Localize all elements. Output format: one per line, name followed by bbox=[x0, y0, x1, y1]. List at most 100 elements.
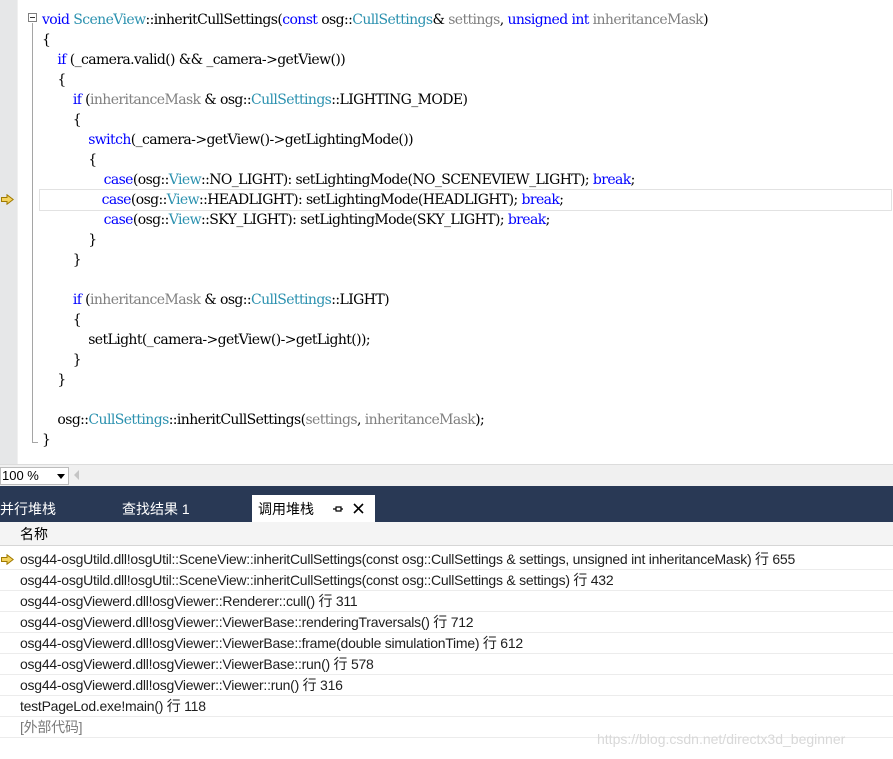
table-row[interactable]: osg44-osgViewerd.dll!osgViewer::ViewerBa… bbox=[0, 633, 893, 654]
code-token: View bbox=[168, 172, 202, 188]
code-token: ::LIGHTING_MODE) bbox=[331, 92, 468, 108]
watermark: https://blog.csdn.net/directx3d_beginner bbox=[597, 731, 846, 747]
code-line[interactable]: if (inheritanceMask & osg::CullSettings:… bbox=[42, 290, 390, 310]
code-token: SceneView bbox=[73, 12, 146, 28]
code-token: inheritanceMask bbox=[90, 292, 201, 308]
code-token: settings bbox=[448, 12, 500, 28]
code-token: } bbox=[42, 252, 82, 268]
code-token: , bbox=[357, 412, 365, 428]
code-token: case bbox=[101, 192, 132, 208]
zoom-dropdown[interactable]: 100 % bbox=[0, 467, 69, 485]
code-line[interactable]: case(osg::View::SKY_LIGHT): setLightingM… bbox=[42, 210, 551, 230]
tab-find-results[interactable]: 查找结果 1 bbox=[116, 495, 216, 522]
code-line[interactable]: case(osg::View::HEADLIGHT): setLightingM… bbox=[39, 189, 892, 211]
code-token: ; bbox=[559, 192, 564, 208]
code-token: if bbox=[72, 92, 82, 108]
code-token: { bbox=[42, 312, 82, 328]
code-line[interactable]: if (_camera.valid() && _camera->getView(… bbox=[42, 50, 345, 70]
code-token: CullSettings bbox=[352, 12, 433, 28]
code-token: } bbox=[42, 352, 82, 368]
tool-window-tabs: 并行堆栈 查找结果 1 调用堆栈 bbox=[0, 486, 893, 522]
code-token: View bbox=[168, 212, 202, 228]
code-token: (_camera->getView()->getLightingMode()) bbox=[130, 132, 414, 148]
chevron-down-icon[interactable] bbox=[57, 474, 65, 479]
code-token: break bbox=[507, 212, 546, 228]
code-token: if bbox=[57, 52, 66, 68]
close-icon[interactable] bbox=[352, 502, 365, 515]
code-line[interactable]: { bbox=[42, 150, 97, 170]
table-row[interactable]: osg44-osgUtild.dll!osgUtil::SceneView::i… bbox=[0, 549, 893, 570]
code-token: ( bbox=[81, 92, 90, 108]
code-token: inheritanceMask bbox=[364, 412, 476, 428]
code-token: { bbox=[42, 32, 51, 48]
tab-call-stack[interactable]: 调用堆栈 bbox=[252, 495, 375, 522]
table-row[interactable]: testPageLod.exe!main() 行 118 bbox=[0, 696, 893, 717]
code-line[interactable]: } bbox=[42, 230, 97, 250]
table-row[interactable]: osg44-osgViewerd.dll!osgViewer::Viewer::… bbox=[0, 675, 893, 696]
code-token: { bbox=[42, 152, 97, 168]
code-token: CullSettings bbox=[88, 412, 169, 428]
frame-name: [外部代码] bbox=[20, 719, 83, 735]
table-row[interactable]: osg44-osgViewerd.dll!osgViewer::ViewerBa… bbox=[0, 612, 893, 633]
editor-status-row: 100 % bbox=[0, 464, 893, 486]
code-line[interactable]: { bbox=[42, 30, 51, 50]
code-token: inheritCullSettings( bbox=[153, 12, 283, 28]
code-token: switch bbox=[88, 132, 131, 148]
code-line[interactable]: } bbox=[42, 250, 82, 270]
column-header[interactable]: 名称 bbox=[0, 522, 893, 546]
code-line[interactable]: } bbox=[42, 350, 82, 370]
code-line[interactable]: void SceneView::inheritCullSettings(cons… bbox=[42, 10, 709, 30]
code-token: if bbox=[72, 292, 82, 308]
code-line[interactable]: { bbox=[42, 110, 82, 130]
code-editor[interactable]: void SceneView::inheritCullSettings(cons… bbox=[0, 0, 893, 464]
code-token: :: bbox=[145, 12, 154, 28]
code-token: inheritanceMask bbox=[90, 92, 201, 108]
code-token: ::NO_LIGHT): setLightingMode(NO_SCENEVIE… bbox=[200, 172, 593, 188]
code-token: CullSettings bbox=[251, 92, 332, 108]
code-line[interactable]: case(osg::View::NO_LIGHT): setLightingMo… bbox=[42, 170, 636, 190]
code-token: break bbox=[521, 192, 560, 208]
code-line[interactable]: } bbox=[42, 430, 51, 450]
scroll-left-icon[interactable] bbox=[74, 470, 79, 480]
code-token: void bbox=[42, 12, 70, 28]
frame-name: osg44-osgViewerd.dll!osgViewer::ViewerBa… bbox=[20, 635, 523, 651]
code-line[interactable]: if (inheritanceMask & osg::CullSettings:… bbox=[42, 90, 468, 110]
code-token: ::HEADLIGHT): setLightingMode(HEADLIGHT)… bbox=[198, 192, 522, 208]
code-line[interactable]: { bbox=[42, 310, 82, 330]
code-area[interactable]: void SceneView::inheritCullSettings(cons… bbox=[0, 0, 893, 464]
table-row[interactable]: osg44-osgUtild.dll!osgUtil::SceneView::i… bbox=[0, 570, 893, 591]
code-token: } bbox=[42, 372, 66, 388]
code-token: { bbox=[42, 72, 66, 88]
table-row[interactable]: osg44-osgViewerd.dll!osgViewer::Renderer… bbox=[0, 591, 893, 612]
code-token: ::inheritCullSettings( bbox=[168, 412, 306, 428]
tab-parallel-stacks[interactable]: 并行堆栈 bbox=[0, 495, 74, 522]
code-token: break bbox=[592, 172, 631, 188]
code-line[interactable]: switch(_camera->getView()->getLightingMo… bbox=[42, 130, 413, 150]
code-line[interactable]: { bbox=[42, 70, 66, 90]
code-line[interactable]: setLight(_camera->getView()->getLight())… bbox=[42, 330, 370, 350]
table-row[interactable]: osg44-osgViewerd.dll!osgViewer::ViewerBa… bbox=[0, 654, 893, 675]
code-line[interactable]: osg::CullSettings::inheritCullSettings(s… bbox=[42, 410, 484, 430]
code-token: ::SKY_LIGHT): setLightingMode(SKY_LIGHT)… bbox=[200, 212, 508, 228]
code-token: settings bbox=[305, 412, 357, 428]
code-token: (osg:: bbox=[130, 192, 167, 208]
code-token: unsigned bbox=[507, 12, 568, 28]
call-stack-grid[interactable]: 名称 osg44-osgUtild.dll!osgUtil::SceneView… bbox=[0, 522, 893, 759]
code-token: View bbox=[166, 192, 200, 208]
pin-icon[interactable] bbox=[332, 503, 344, 515]
code-line[interactable]: } bbox=[42, 370, 66, 390]
code-token: & osg:: bbox=[200, 92, 252, 108]
code-token: { bbox=[42, 112, 82, 128]
code-token: (osg:: bbox=[132, 172, 169, 188]
frame-name: osg44-osgViewerd.dll!osgViewer::ViewerBa… bbox=[20, 614, 474, 630]
code-token: osg:: bbox=[317, 12, 353, 28]
code-token: (osg:: bbox=[132, 212, 169, 228]
frame-name: testPageLod.exe!main() 行 118 bbox=[20, 698, 206, 714]
code-token: (_camera.valid() && _camera->getView()) bbox=[65, 52, 346, 68]
